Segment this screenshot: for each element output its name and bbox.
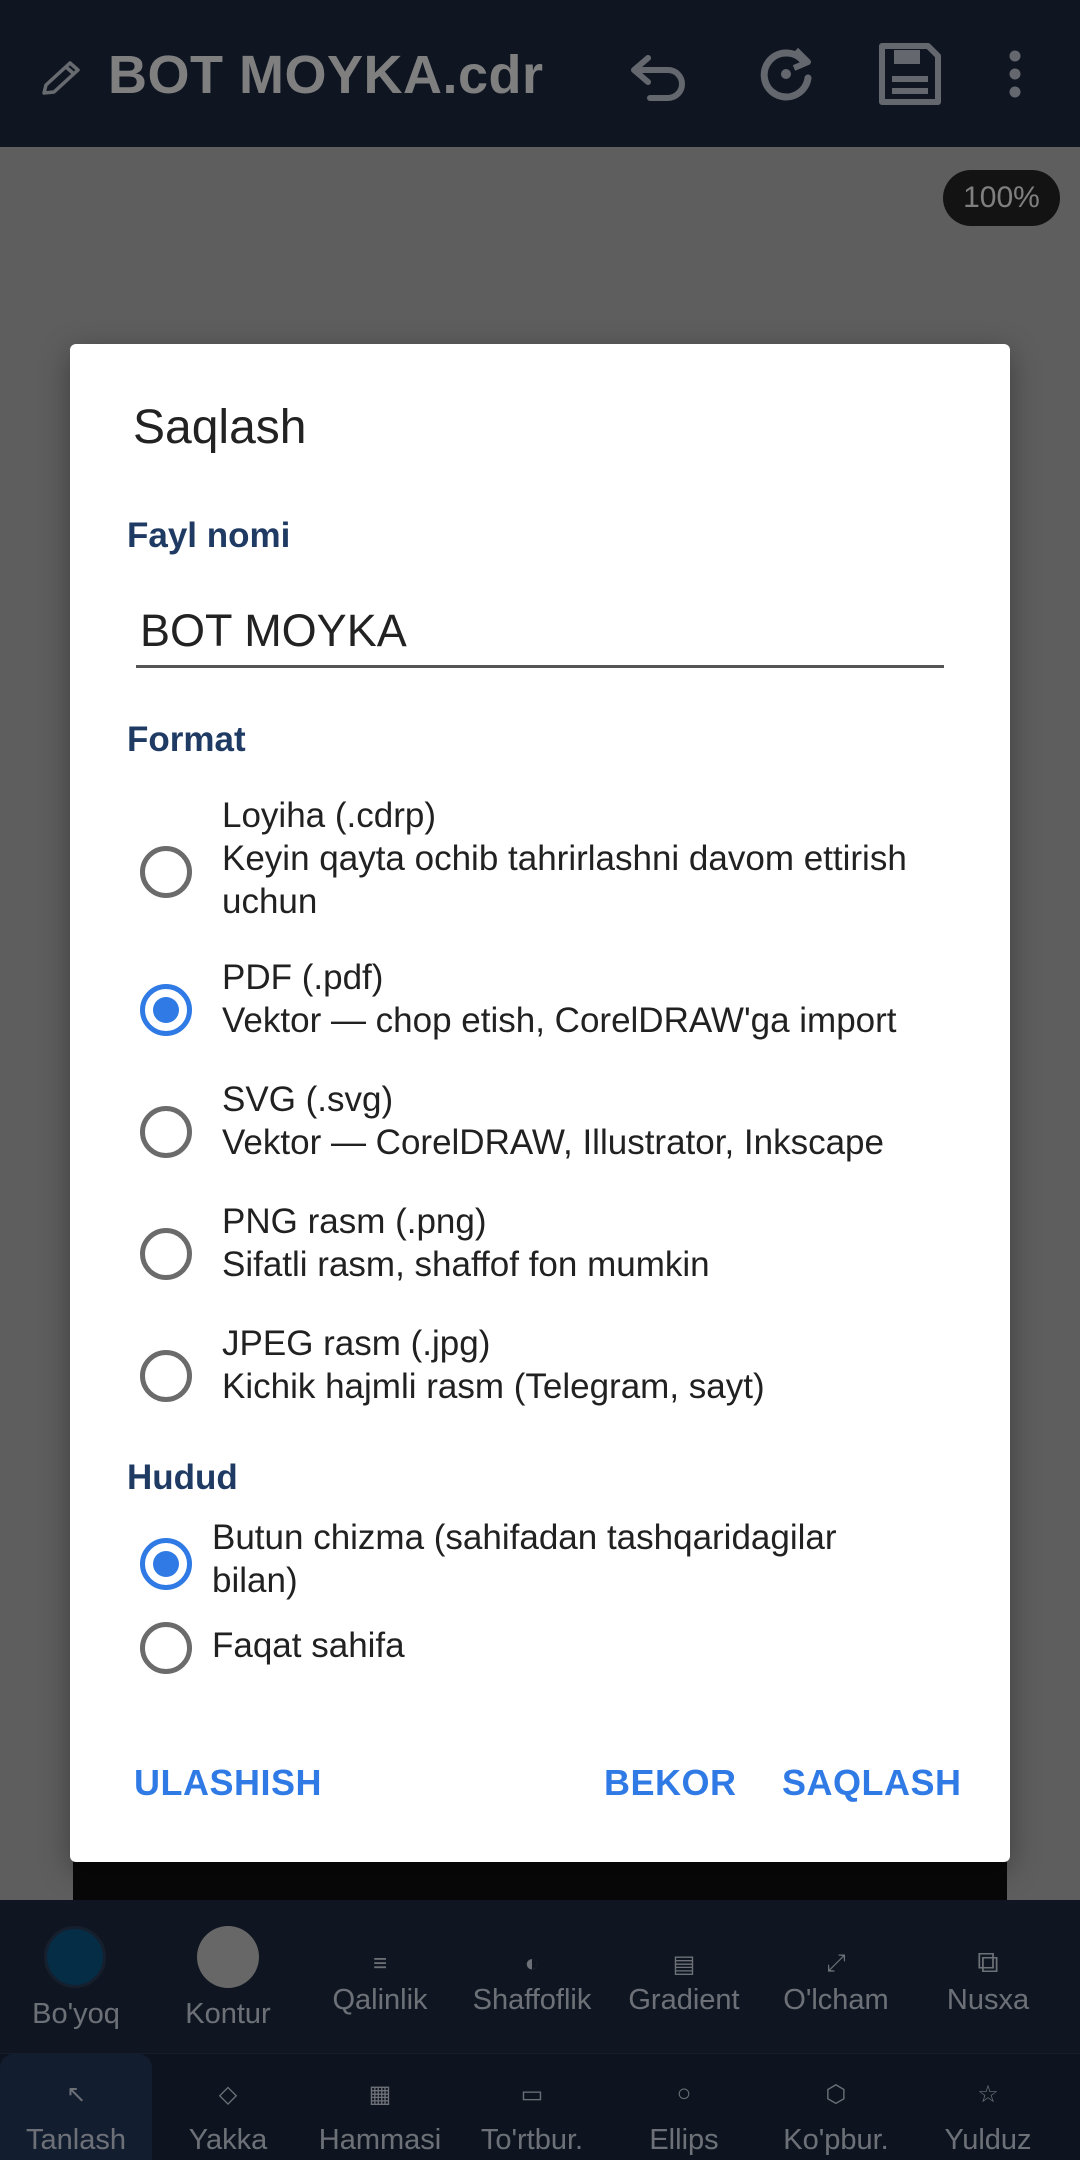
- format-name: JPEG rasm (.jpg): [222, 1324, 491, 1363]
- format-description: Sifatli rasm, shaffof fon mumkin: [222, 1245, 710, 1284]
- format-description: Vektor — CorelDRAW, Illustrator, Inkscap…: [222, 1123, 884, 1162]
- filename-label: Fayl nomi: [127, 516, 291, 555]
- region-radio-whole-drawing[interactable]: [140, 1538, 192, 1590]
- format-description: Vektor — chop etish, CorelDRAW'ga import: [222, 1001, 897, 1040]
- filename-input[interactable]: [136, 596, 944, 668]
- format-option-png[interactable]: PNG rasm (.png) Sifatli rasm, shaffof fo…: [140, 1200, 970, 1300]
- format-description: Keyin qayta ochib tahrirlashni davom ett…: [222, 839, 907, 921]
- region-option-whole-drawing[interactable]: Butun chizma (sahifadan tashqaridagilar …: [140, 1516, 970, 1606]
- format-radio-pdf[interactable]: [140, 984, 192, 1036]
- format-radio-jpg[interactable]: [140, 1350, 192, 1402]
- cancel-button[interactable]: BEKOR: [604, 1762, 737, 1804]
- region-label: Hudud: [127, 1458, 238, 1497]
- save-dialog: Saqlash Fayl nomi Format Loyiha (.cdrp) …: [70, 344, 1010, 1862]
- app-root: BOT MOYKA.cdr: [0, 0, 1080, 2160]
- format-name: Loyiha (.cdrp): [222, 796, 436, 835]
- share-button[interactable]: ULASHISH: [134, 1762, 322, 1804]
- format-radio-png[interactable]: [140, 1228, 192, 1280]
- format-description: Kichik hajmli rasm (Telegram, sayt): [222, 1367, 765, 1406]
- format-option-svg[interactable]: SVG (.svg) Vektor — CorelDRAW, Illustrat…: [140, 1078, 970, 1178]
- format-name: SVG (.svg): [222, 1080, 394, 1119]
- format-radio-svg[interactable]: [140, 1106, 192, 1158]
- region-option-page-only[interactable]: Faqat sahifa: [140, 1618, 970, 1678]
- format-name: PDF (.pdf): [222, 958, 384, 997]
- format-option-cdrp[interactable]: Loyiha (.cdrp) Keyin qayta ochib tahrirl…: [140, 794, 970, 934]
- format-option-pdf[interactable]: PDF (.pdf) Vektor — chop etish, CorelDRA…: [140, 956, 970, 1056]
- region-radio-page-only[interactable]: [140, 1622, 192, 1674]
- format-radio-cdrp[interactable]: [140, 846, 192, 898]
- format-option-jpg[interactable]: JPEG rasm (.jpg) Kichik hajmli rasm (Tel…: [140, 1322, 970, 1422]
- save-button[interactable]: SAQLASH: [782, 1762, 962, 1804]
- dialog-title: Saqlash: [133, 401, 307, 454]
- format-label: Format: [127, 720, 246, 759]
- region-option-label: Faqat sahifa: [212, 1626, 405, 1665]
- region-option-label: Butun chizma (sahifadan tashqaridagilar …: [212, 1518, 837, 1600]
- format-name: PNG rasm (.png): [222, 1202, 487, 1241]
